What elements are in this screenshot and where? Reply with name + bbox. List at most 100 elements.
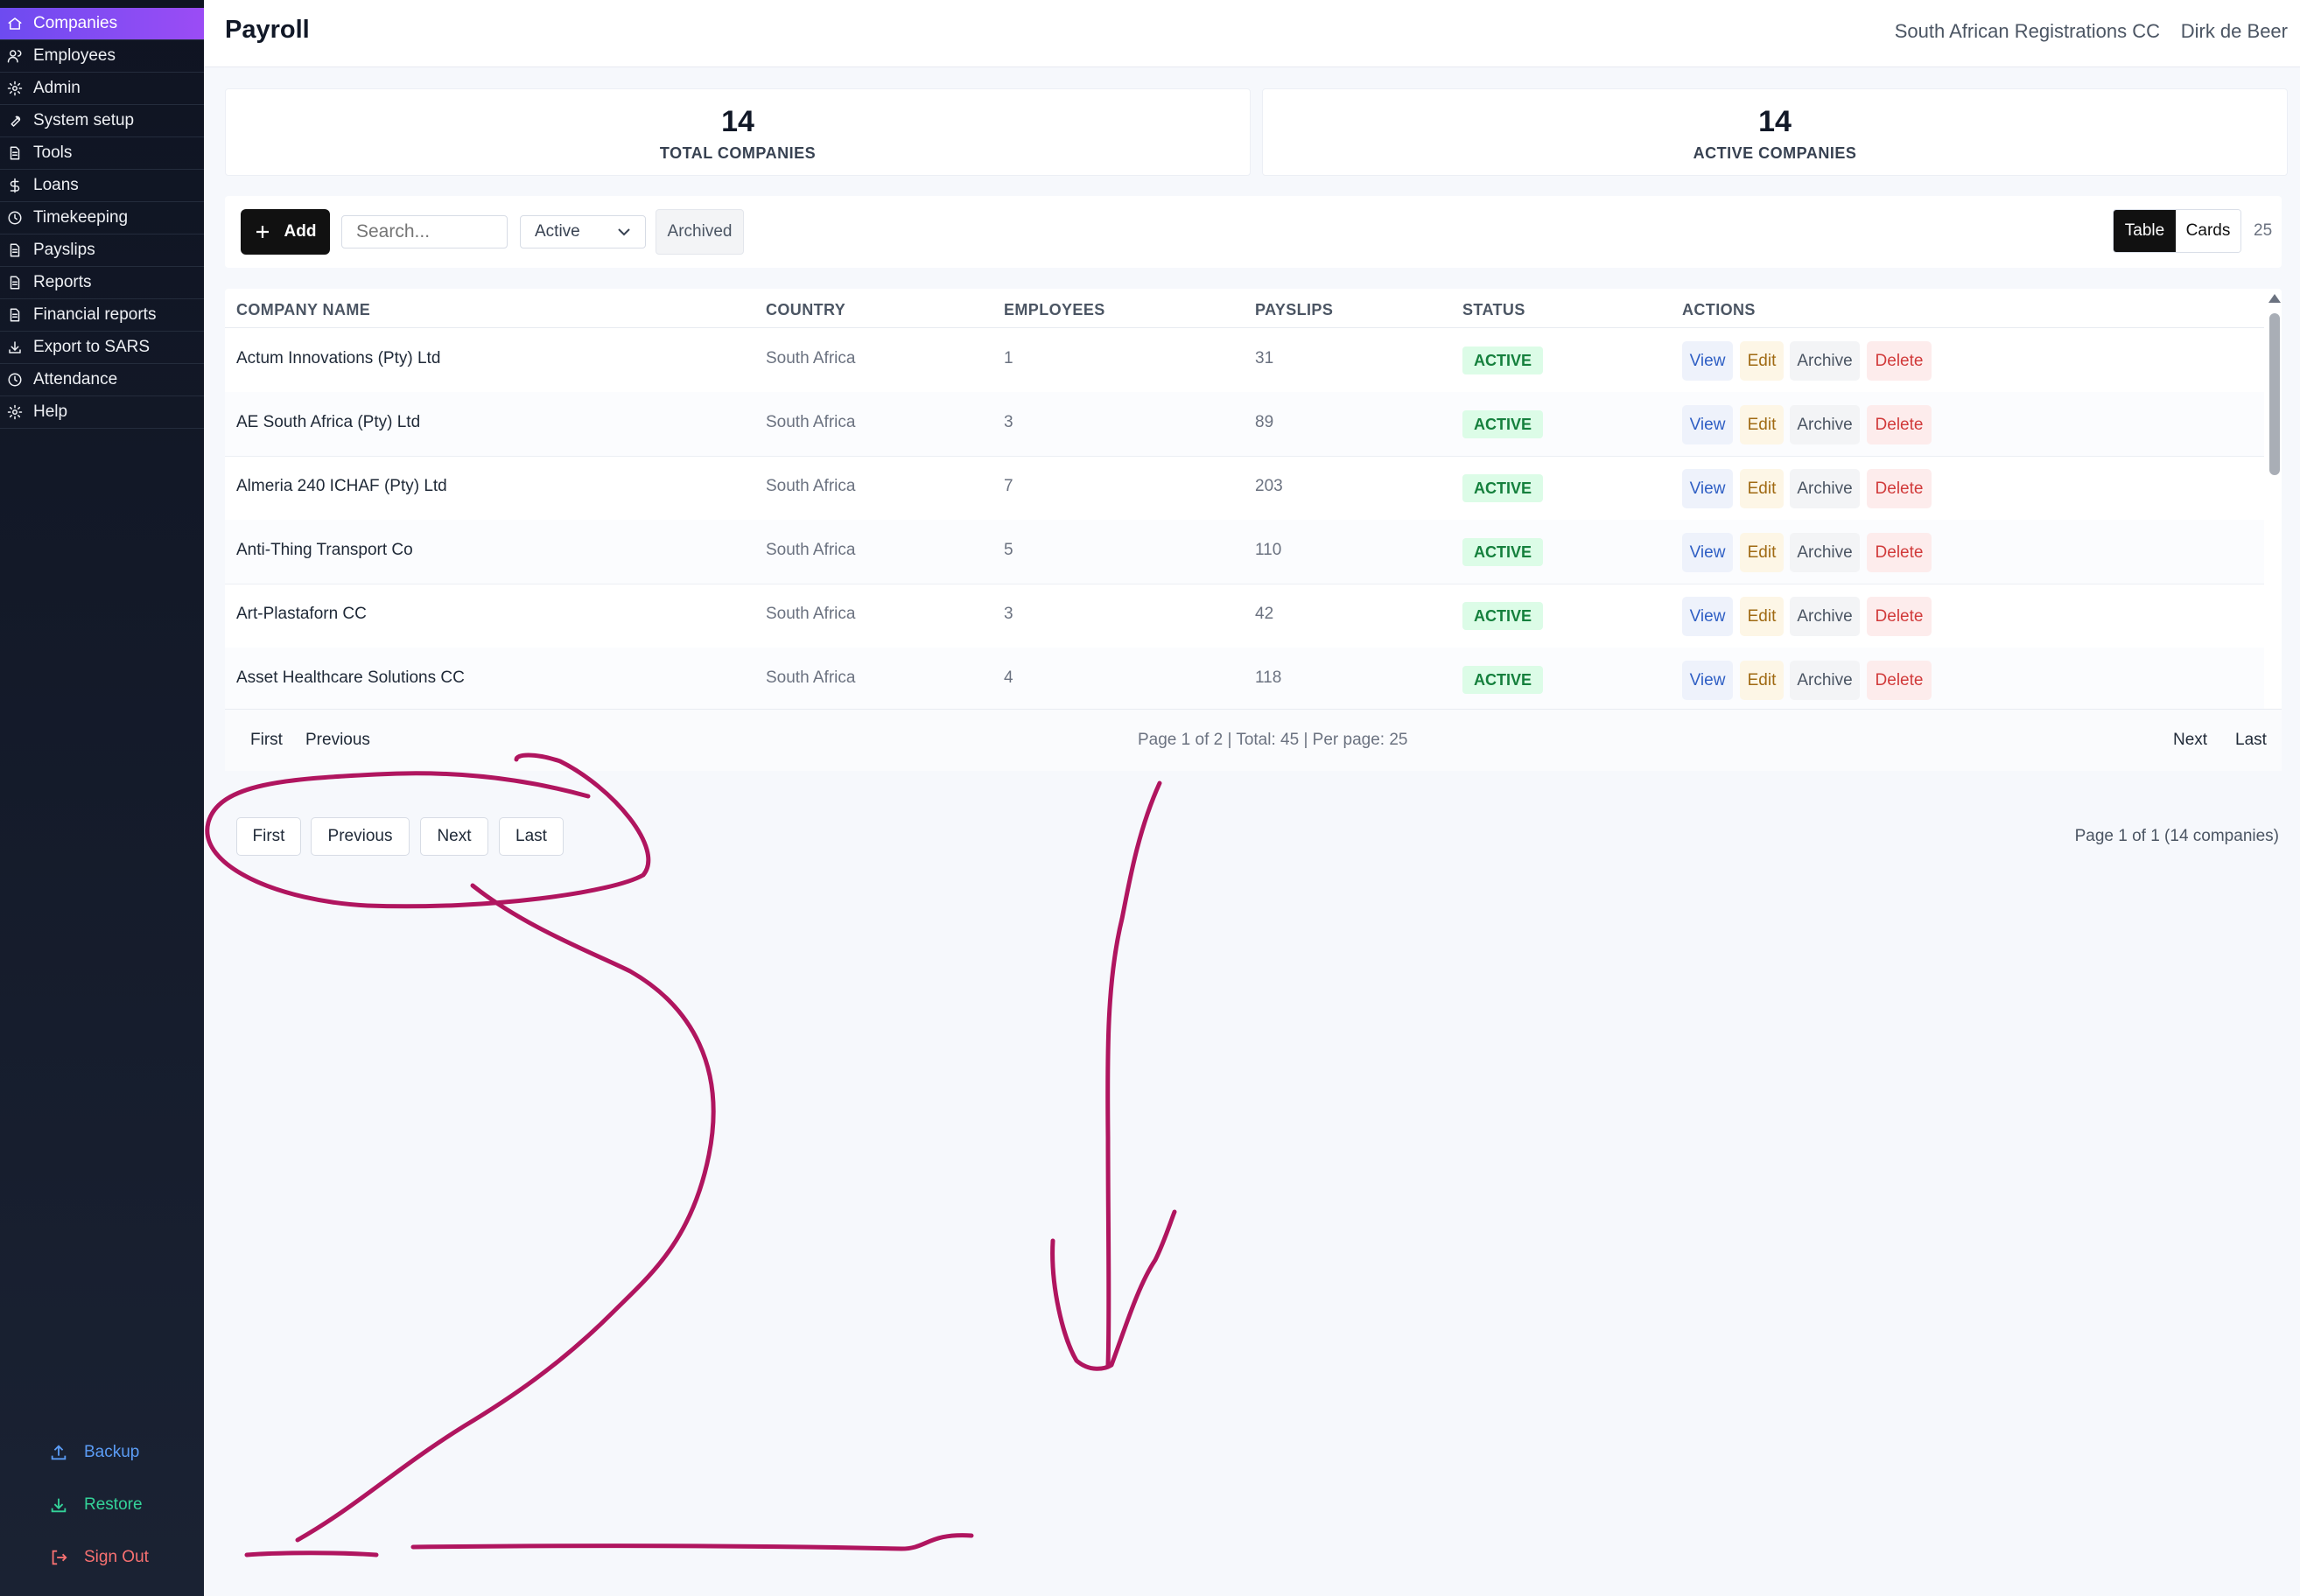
sidebar-item-companies[interactable]: Companies xyxy=(0,8,204,40)
table-view-button[interactable]: Table xyxy=(2114,210,2176,252)
country-cell: South Africa xyxy=(766,541,856,559)
archive-button[interactable]: Archive xyxy=(1790,597,1860,636)
sign-out-button[interactable]: Sign Out xyxy=(49,1540,149,1575)
download-icon xyxy=(9,341,21,354)
pager2-first-button[interactable]: First xyxy=(236,817,301,856)
pager-next-button[interactable]: Next xyxy=(2173,731,2207,750)
pager-previous-button[interactable]: Previous xyxy=(305,731,370,750)
status-selected-value: Active xyxy=(535,222,580,241)
column-header-status[interactable]: STATUS xyxy=(1462,301,1525,319)
archived-button[interactable]: Archived xyxy=(656,209,744,255)
status-badge: ACTIVE xyxy=(1462,346,1543,374)
delete-button[interactable]: Delete xyxy=(1867,469,1932,508)
payslips-cell: 31 xyxy=(1255,349,1274,368)
payslips-cell: 118 xyxy=(1255,668,1282,687)
backup-button[interactable]: Backup xyxy=(49,1435,139,1470)
view-button[interactable]: View xyxy=(1682,341,1733,381)
edit-button[interactable]: Edit xyxy=(1740,405,1784,444)
total-companies-label: TOTAL COMPANIES xyxy=(659,144,817,162)
users-icon xyxy=(7,50,22,63)
gear-icon xyxy=(7,80,23,96)
pager-info: Page 1 of 2 | Total: 45 | Per page: 25 xyxy=(1138,731,1408,749)
user-name[interactable]: Dirk de Beer xyxy=(2181,20,2288,43)
table-row[interactable]: Almeria 240 ICHAF (Pty) Ltd South Africa 7… xyxy=(225,456,2264,521)
table-row[interactable]: Anti-Thing Transport Co South Africa 5 110 A… xyxy=(225,520,2264,584)
add-label: Add xyxy=(284,222,317,241)
view-button[interactable]: View xyxy=(1682,469,1733,508)
cards-view-button[interactable]: Cards xyxy=(2176,210,2240,252)
pager-last-button[interactable]: Last xyxy=(2235,731,2267,750)
pager-first-button[interactable]: First xyxy=(250,731,283,750)
edit-button[interactable]: Edit xyxy=(1740,533,1784,572)
gear-icon xyxy=(7,404,23,420)
archive-button[interactable]: Archive xyxy=(1790,661,1860,700)
country-cell: South Africa xyxy=(766,477,856,495)
sidebar-item-label: Export to SARS xyxy=(33,338,151,356)
status-select[interactable]: Active xyxy=(520,215,646,248)
column-header-payslips[interactable]: PAYSLIPS xyxy=(1255,301,1333,319)
edit-button[interactable]: Edit xyxy=(1740,597,1784,636)
sidebar-item-label: System setup xyxy=(33,111,135,130)
document-icon xyxy=(10,146,20,160)
employees-cell: 7 xyxy=(1004,477,1013,495)
column-header-company-name[interactable]: COMPANY NAME xyxy=(236,301,370,319)
archive-button[interactable]: Archive xyxy=(1790,405,1860,444)
scroll-up-arrow-icon[interactable] xyxy=(2268,294,2281,303)
delete-button[interactable]: Delete xyxy=(1867,533,1932,572)
table-row[interactable]: Art-Plastaforn CC South Africa 3 42 ACTIVE Vi… xyxy=(225,584,2264,648)
edit-button[interactable]: Edit xyxy=(1740,469,1784,508)
sidebar-item-admin[interactable]: Admin xyxy=(0,73,204,105)
sidebar-item-export-to-sars[interactable]: Export to SARS xyxy=(0,332,204,364)
table-pagination: First Previous Page 1 of 2 | Total: 45 |… xyxy=(225,709,2282,771)
view-button[interactable]: View xyxy=(1682,597,1733,636)
annotation-underline-long xyxy=(410,1533,974,1551)
restore-button[interactable]: Restore xyxy=(49,1488,143,1522)
column-header-employees[interactable]: EMPLOYEES xyxy=(1004,301,1105,319)
scroll-thumb[interactable] xyxy=(2269,313,2280,475)
delete-button[interactable]: Delete xyxy=(1867,597,1932,636)
sidebar-item-tools[interactable]: Tools xyxy=(0,137,204,170)
document-icon xyxy=(10,308,20,322)
sidebar-item-system-setup[interactable]: System setup xyxy=(0,105,204,137)
restore-label: Restore xyxy=(84,1495,143,1514)
sidebar-item-employees[interactable]: Employees xyxy=(0,40,204,73)
sidebar-item-reports[interactable]: Reports xyxy=(0,267,204,299)
archive-button[interactable]: Archive xyxy=(1790,469,1860,508)
sidebar-item-label: Companies xyxy=(33,14,118,32)
sidebar-item-loans[interactable]: Loans xyxy=(0,170,204,202)
search-input[interactable] xyxy=(341,215,508,248)
pager2-next-button[interactable]: Next xyxy=(420,817,488,856)
company-name-cell: Art-Plastaforn CC xyxy=(236,605,367,623)
delete-button[interactable]: Delete xyxy=(1867,341,1932,381)
sidebar-item-payslips[interactable]: Payslips xyxy=(0,234,204,267)
archive-button[interactable]: Archive xyxy=(1790,341,1860,381)
organization-name[interactable]: South African Registrations CC xyxy=(1895,20,2160,43)
active-companies-card: 14 ACTIVE COMPANIES xyxy=(1262,88,2288,176)
add-button[interactable]: Add xyxy=(241,209,330,255)
sidebar-item-attendance[interactable]: Attendance xyxy=(0,364,204,396)
employees-cell: 5 xyxy=(1004,541,1013,559)
sidebar: Companies Employees Admin System setup Tools… xyxy=(0,0,204,1596)
view-button[interactable]: View xyxy=(1682,533,1733,572)
edit-button[interactable]: Edit xyxy=(1740,341,1784,381)
sidebar-item-help[interactable]: Help xyxy=(0,396,204,429)
table-row[interactable]: Actum Innovations (Pty) Ltd South Africa 1… xyxy=(225,328,2264,393)
sidebar-item-label: Admin xyxy=(33,79,81,97)
pager2-last-button[interactable]: Last xyxy=(499,817,564,856)
delete-button[interactable]: Delete xyxy=(1867,405,1932,444)
table-row[interactable]: AE South Africa (Pty) Ltd South Africa 3 89… xyxy=(225,392,2264,457)
payslips-cell: 110 xyxy=(1255,541,1282,559)
table-row[interactable]: Asset Healthcare Solutions CC South Afric… xyxy=(225,648,2264,712)
table-scrollbar[interactable] xyxy=(2264,289,2282,770)
view-button[interactable]: View xyxy=(1682,661,1733,700)
delete-button[interactable]: Delete xyxy=(1867,661,1932,700)
pager2-previous-button[interactable]: Previous xyxy=(311,817,410,856)
column-header-country[interactable]: COUNTRY xyxy=(766,301,845,319)
edit-button[interactable]: Edit xyxy=(1740,661,1784,700)
per-page-value[interactable]: 25 xyxy=(2254,221,2272,241)
companies-table: COMPANY NAME COUNTRY EMPLOYEES PAYSLIPS … xyxy=(225,289,2282,770)
view-button[interactable]: View xyxy=(1682,405,1733,444)
sidebar-item-financial-reports[interactable]: Financial reports xyxy=(0,299,204,332)
sidebar-item-timekeeping[interactable]: Timekeeping xyxy=(0,202,204,234)
archive-button[interactable]: Archive xyxy=(1790,533,1860,572)
